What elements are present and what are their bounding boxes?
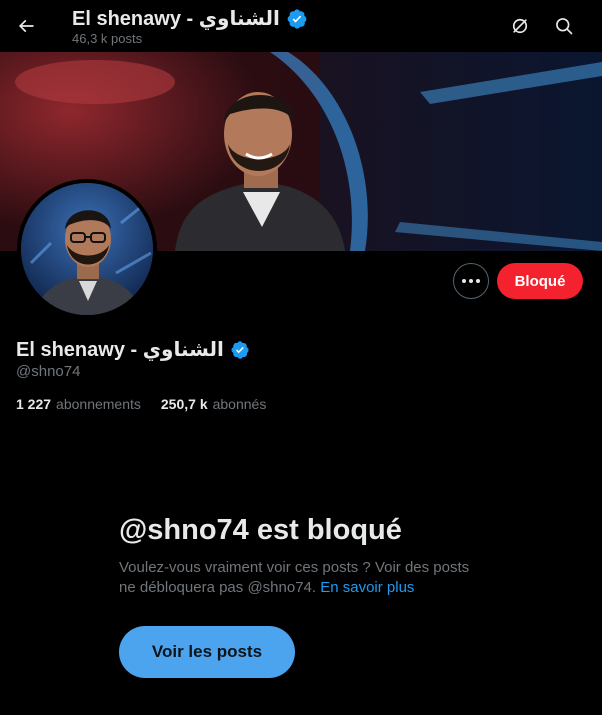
- back-button[interactable]: [8, 8, 44, 44]
- followers-count: 250,7 k: [160, 396, 208, 412]
- blocked-notice-title: @shno74 est bloqué: [119, 514, 402, 546]
- profile-name-row: El shenawy - الشناوي: [16, 337, 250, 362]
- back-arrow-icon: [18, 19, 34, 33]
- grok-icon: [512, 18, 528, 34]
- more-dot-icon: [462, 279, 466, 283]
- blocked-notice-text: Voulez-vous vraiment voir ces posts ? Vo…: [119, 559, 470, 596]
- header-title: El shenawy - الشناوي: [72, 8, 280, 30]
- profile-name: El shenawy - الشناوي: [16, 339, 224, 361]
- verified-badge-icon[interactable]: [230, 340, 250, 360]
- header-title-row: El shenawy - الشناوي: [72, 6, 308, 31]
- posts-count: 46,3 k posts: [72, 31, 143, 46]
- followers-label: abonnés: [212, 396, 267, 412]
- learn-more-link[interactable]: En savoir plus: [320, 579, 414, 596]
- more-dot-icon: [476, 279, 480, 283]
- followers-link[interactable]: 250,7 k abonnés: [161, 396, 266, 412]
- more-dot-icon: [469, 279, 473, 283]
- avatar-photo: [21, 183, 153, 315]
- view-posts-button[interactable]: Voir les posts: [119, 626, 295, 678]
- grok-button[interactable]: [502, 8, 538, 44]
- verified-badge-icon: [287, 8, 307, 29]
- blocked-notice-description: Voulez-vous vraiment voir ces posts ? Vo…: [119, 558, 489, 598]
- avatar[interactable]: [17, 179, 157, 319]
- following-label: abonnements: [56, 396, 141, 412]
- following-link[interactable]: 1 227 abonnements: [16, 396, 141, 412]
- more-options-button[interactable]: [453, 263, 489, 299]
- follow-stats: 1 227 abonnements 250,7 k abonnés: [16, 396, 266, 412]
- blocked-button[interactable]: Bloqué: [497, 263, 583, 299]
- search-icon: [556, 18, 573, 35]
- profile-handle: @shno74: [16, 363, 81, 380]
- following-count: 1 227: [16, 396, 52, 412]
- top-bar: El shenawy - الشناوي 46,3 k posts: [0, 0, 602, 52]
- search-button[interactable]: [546, 8, 582, 44]
